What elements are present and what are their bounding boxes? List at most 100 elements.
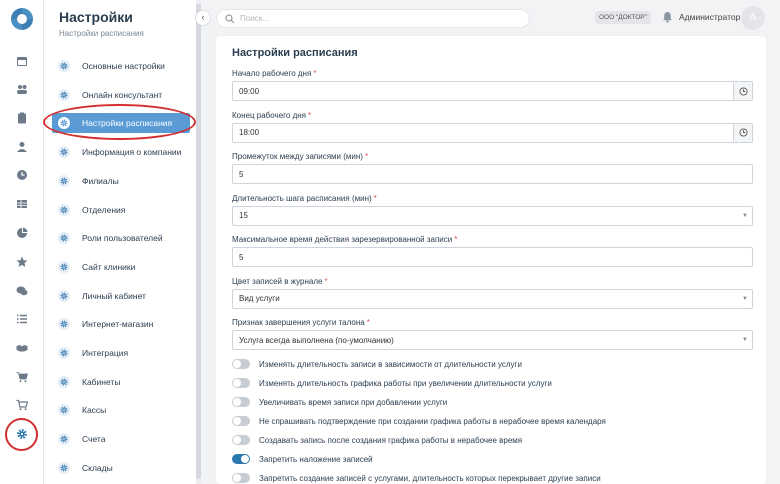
required-mark: * (373, 193, 377, 203)
scrollbar-thumb[interactable] (196, 4, 201, 479)
sidebar-item[interactable]: Кабинеты (58, 372, 198, 392)
clock-icon[interactable] (733, 123, 752, 142)
collapse-sidebar-button[interactable]: ‹ (195, 10, 211, 26)
required-mark: * (454, 235, 458, 244)
star-icon[interactable] (12, 253, 32, 271)
cart-icon[interactable] (12, 368, 32, 386)
clipboard-icon[interactable] (12, 109, 32, 127)
sidebar-item[interactable]: Личный кабинет (58, 286, 198, 306)
clock-icon[interactable] (12, 166, 32, 184)
form-title: Настройки расписания (232, 47, 358, 59)
chevron-down-icon[interactable]: ▼ (738, 213, 752, 219)
user-name[interactable]: Администратор (679, 12, 740, 22)
search-box[interactable] (216, 9, 530, 28)
field-label: Промежуток между записями (мин) * (232, 152, 368, 161)
field-label: Признак завершения услуги талона * (232, 318, 370, 327)
toggle-knob (241, 455, 249, 463)
toggle-switch[interactable] (232, 473, 250, 483)
field-value[interactable]: 15 (233, 211, 738, 220)
cart-alt-icon[interactable] (12, 396, 32, 414)
handshake-icon[interactable] (12, 339, 32, 357)
field-value[interactable]: Услуга всегда выполнена (по-умолчанию) (233, 336, 738, 345)
gear-icon (58, 260, 70, 273)
field-label-text: Цвет записей в журнале (232, 276, 323, 286)
calendar-icon[interactable] (12, 52, 32, 70)
sidebar-item-label: Роли пользователей (82, 233, 163, 244)
field-label-text: Промежуток между записями (мин) (232, 152, 363, 161)
field-value[interactable]: 09:00 (233, 87, 733, 96)
field-value[interactable]: 18:00 (233, 128, 733, 137)
toggle-label: Запретить наложение записей (259, 454, 373, 464)
icon-rail (0, 0, 44, 484)
clock-icon[interactable] (733, 82, 752, 100)
pie-chart-icon[interactable] (12, 224, 32, 242)
field-value[interactable]: 5 (233, 170, 752, 179)
app-logo-icon[interactable] (9, 6, 35, 32)
required-mark: * (313, 69, 317, 78)
toggle-switch[interactable] (232, 454, 250, 464)
toggle-knob (233, 417, 241, 425)
sidebar-item[interactable]: Роли пользователей (58, 228, 198, 248)
select-field[interactable]: Услуга всегда выполнена (по-умолчанию) ▼ (232, 330, 753, 350)
toggle-switch[interactable] (232, 397, 250, 407)
search-input[interactable] (240, 14, 520, 23)
sidebar-item[interactable]: Основные настройки (58, 56, 198, 76)
org-badge[interactable]: ООО "ДОКТОР" (595, 11, 651, 24)
field-label: Максимальное время действия зарезервиров… (232, 235, 457, 244)
gear-icon (58, 289, 70, 302)
sidebar-item-label: Информация о компании (82, 147, 182, 158)
chevron-down-icon[interactable]: ▼ (738, 337, 752, 343)
toggle-switch[interactable] (232, 435, 250, 445)
gear-icon (58, 232, 70, 245)
toggle-row: Не спрашивать подтверждение при создании… (232, 414, 606, 428)
sidebar-item[interactable]: Кассы (58, 400, 198, 420)
select-field[interactable]: Вид услуги ▼ (232, 288, 753, 309)
sidebar-item[interactable]: Сайт клиники (58, 257, 198, 277)
list-icon[interactable] (12, 310, 32, 328)
sidebar-item[interactable]: Склады (58, 458, 198, 478)
gear-icon (58, 174, 70, 187)
time-field[interactable]: 09:00 (232, 81, 753, 101)
sidebar-item[interactable]: Филиалы (58, 171, 198, 191)
schedule-settings-card: Настройки расписания Начало рабочего дня… (216, 36, 766, 484)
gear-icon (58, 88, 70, 101)
users-icon[interactable] (12, 80, 32, 98)
toggle-knob (233, 436, 241, 444)
toggle-switch[interactable] (232, 416, 250, 426)
time-field[interactable]: 18:00 (232, 122, 753, 143)
chat-icon[interactable] (12, 282, 32, 300)
toggle-label: Запретить создание записей с услугами, д… (259, 473, 601, 483)
sidebar-item[interactable]: Информация о компании (58, 142, 198, 162)
required-mark: * (324, 276, 328, 286)
avatar[interactable]: А (741, 6, 765, 30)
toggle-switch[interactable] (232, 378, 250, 388)
sidebar-scrollbar[interactable] (196, 0, 201, 484)
sidebar-item-label: Филиалы (82, 175, 119, 186)
toggle-knob (233, 379, 241, 387)
text-field[interactable]: 5 (232, 247, 753, 267)
sidebar-item-label: Основные настройки (82, 61, 165, 71)
field-value[interactable]: Вид услуги (233, 294, 738, 303)
gear-icon (58, 347, 70, 359)
required-mark: * (364, 152, 369, 161)
sidebar-item[interactable]: Онлайн консультант (58, 85, 198, 105)
text-field[interactable]: 5 (232, 164, 753, 184)
highlight-circle (5, 418, 38, 451)
gear-icon (58, 318, 70, 331)
sidebar-item[interactable]: Отделения (58, 200, 198, 220)
field-value[interactable]: 5 (233, 253, 752, 262)
user-icon[interactable] (12, 138, 32, 156)
field-label-text: Начало рабочего дня (232, 69, 312, 78)
toggle-switch[interactable] (232, 359, 250, 369)
sidebar-item[interactable]: Интеграция (58, 343, 198, 363)
chevron-down-icon[interactable]: ▼ (738, 296, 752, 302)
table-icon[interactable] (12, 195, 32, 213)
bell-icon[interactable] (662, 11, 673, 23)
sidebar-item-label: Кассы (82, 405, 107, 416)
select-field[interactable]: 15 ▼ (232, 205, 753, 226)
sidebar-item[interactable]: Интернет-магазин (58, 314, 198, 334)
sidebar-item-label: Отделения (82, 204, 126, 215)
sidebar-item[interactable]: Счета (58, 429, 198, 449)
gear-icon (58, 404, 70, 417)
sidebar-item-label: Интернет-магазин (82, 319, 154, 330)
